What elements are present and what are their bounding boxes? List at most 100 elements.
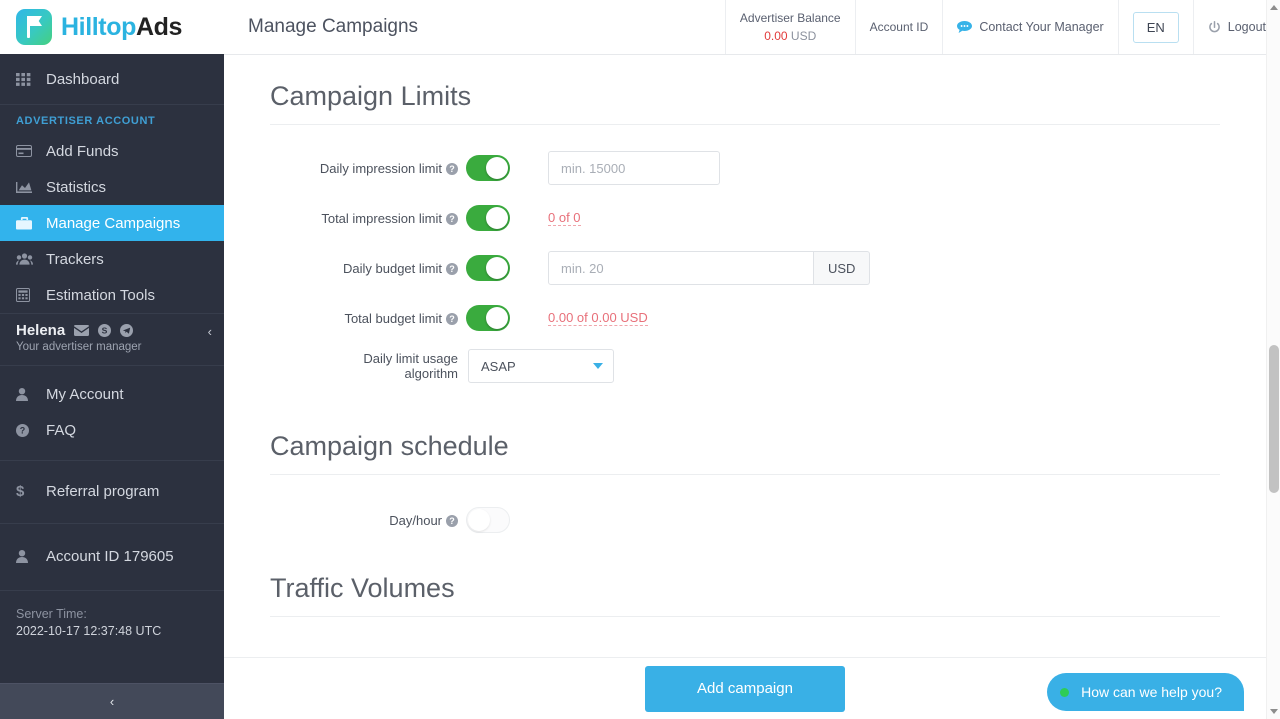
currency-addon-usd: USD — [814, 251, 871, 285]
label-total-budget-limit: Total budget limit? — [270, 311, 466, 326]
label-daily-impression-limit: Daily impression limit? — [270, 161, 466, 176]
help-icon[interactable]: ? — [446, 162, 458, 175]
chevron-left-icon[interactable]: ‹ — [208, 324, 212, 339]
telegram-icon[interactable] — [120, 324, 134, 337]
svg-text:S: S — [102, 326, 108, 336]
contact-manager-label: Contact Your Manager — [979, 20, 1104, 34]
contact-manager-button[interactable]: Contact Your Manager — [942, 0, 1117, 54]
row-total-budget-limit: Total budget limit? 0.00 of 0.00 USD — [270, 305, 1220, 331]
add-campaign-button[interactable]: Add campaign — [645, 665, 845, 712]
section-heading-campaign-schedule: Campaign schedule — [270, 431, 1220, 475]
credit-card-icon — [16, 145, 42, 157]
sidebar-item-label: My Account — [46, 385, 124, 403]
value-total-budget-limit[interactable]: 0.00 of 0.00 USD — [548, 310, 648, 326]
manager-name: Helena — [16, 322, 66, 339]
sidebar-item-label: Statistics — [46, 178, 107, 196]
toggle-daily-impression-limit[interactable] — [466, 155, 510, 181]
brand-logo[interactable]: HilltopAds — [0, 0, 224, 54]
manager-subtitle: Your advertiser manager — [16, 341, 142, 353]
toggle-total-impression-limit[interactable] — [466, 205, 510, 231]
svg-text:?: ? — [20, 425, 26, 435]
sidebar-collapse-button[interactable]: ‹ — [0, 683, 224, 719]
row-day-hour: Day/hour? — [270, 507, 1220, 533]
select-daily-limit-algorithm[interactable]: ASAP — [468, 349, 614, 383]
account-id-cell[interactable]: Account ID — [854, 0, 943, 54]
main-content: Campaign Limits Daily impression limit? … — [224, 55, 1266, 719]
footer-bar: Add campaign How can we help you? — [224, 657, 1266, 719]
server-time-value: 2022-10-17 12:37:48 UTC — [16, 624, 162, 638]
help-icon[interactable]: ? — [446, 262, 458, 275]
section-heading-campaign-limits: Campaign Limits — [270, 81, 1220, 125]
scrollbar-thumb[interactable] — [1269, 345, 1279, 493]
page-root: HilltopAds Dashboard ADVERTISER ACCOUNT — [0, 0, 1280, 719]
input-daily-budget-limit[interactable] — [548, 251, 814, 285]
row-daily-limit-algorithm: Daily limit usage algorithm ASAP — [270, 349, 1220, 383]
chat-bubble-icon — [957, 21, 973, 33]
help-chat-widget[interactable]: How can we help you? — [1047, 673, 1244, 711]
sidebar-item-trackers[interactable]: Trackers — [0, 241, 224, 277]
label-day-hour: Day/hour? — [270, 513, 466, 528]
page-title: Manage Campaigns — [248, 16, 419, 37]
input-daily-impression-limit[interactable] — [548, 151, 720, 185]
label-daily-limit-algorithm: Daily limit usage algorithm — [363, 351, 458, 381]
skype-icon[interactable]: S — [98, 324, 112, 337]
sidebar-item-estimation-tools[interactable]: Estimation Tools — [0, 277, 224, 313]
sidebar-item-label: FAQ — [46, 421, 77, 439]
language-cell: EN — [1117, 0, 1193, 54]
nav-section-advertiser: ADVERTISER ACCOUNT Add Funds Statistics … — [0, 105, 224, 314]
user-icon — [16, 549, 42, 563]
sidebar-item-manage-campaigns[interactable]: Manage Campaigns — [0, 205, 224, 241]
toggle-total-budget-limit[interactable] — [466, 305, 510, 331]
scroll-down-arrow-icon[interactable] — [1270, 709, 1278, 714]
logout-label: Logout — [1227, 20, 1266, 34]
sidebar-item-faq[interactable]: ? FAQ — [0, 412, 224, 448]
sidebar-item-label: Estimation Tools — [46, 286, 155, 304]
sidebar-item-dashboard[interactable]: Dashboard — [0, 54, 224, 104]
sidebar-item-label: Dashboard — [46, 70, 120, 88]
section-heading-traffic-volumes: Traffic Volumes — [270, 573, 1220, 617]
sidebar-item-my-account[interactable]: My Account — [0, 376, 224, 412]
advertiser-balance-label: Advertiser Balance — [739, 11, 841, 25]
value-total-impression-limit[interactable]: 0 of 0 — [548, 210, 581, 226]
help-icon[interactable]: ? — [446, 514, 458, 527]
sidebar-item-statistics[interactable]: Statistics — [0, 169, 224, 205]
area-chart-icon — [16, 181, 42, 193]
sidebar-item-label: Account ID 179605 — [46, 547, 174, 565]
toggle-day-hour[interactable] — [466, 507, 510, 533]
sidebar-item-label: Trackers — [46, 250, 104, 268]
account-id-label: Account ID — [869, 20, 929, 34]
user-icon — [16, 387, 42, 401]
balance-amount: 0.00 — [764, 29, 788, 43]
label-total-impression-limit: Total impression limit? — [270, 211, 466, 226]
select-value: ASAP — [481, 358, 516, 374]
scroll-up-arrow-icon[interactable] — [1270, 5, 1278, 10]
briefcase-icon — [16, 216, 42, 230]
language-switcher[interactable]: EN — [1132, 11, 1179, 43]
online-status-dot — [1060, 688, 1070, 697]
advertiser-balance-value: 0.00 USD — [764, 29, 816, 43]
row-daily-budget-limit: Daily budget limit? USD — [270, 251, 1220, 285]
row-total-impression-limit: Total impression limit? 0 of 0 — [270, 205, 1220, 231]
help-icon[interactable]: ? — [446, 312, 458, 325]
envelope-icon[interactable] — [74, 325, 90, 336]
nav-section-account: My Account ? FAQ — [0, 366, 224, 461]
sidebar-item-add-funds[interactable]: Add Funds — [0, 133, 224, 169]
help-chat-label: How can we help you? — [1081, 684, 1222, 700]
chevron-down-icon — [593, 363, 603, 369]
server-time-block: Server Time: 2022-10-17 12:37:48 UTC — [0, 591, 224, 638]
chevron-left-icon: ‹ — [109, 694, 115, 709]
power-icon — [1208, 20, 1221, 34]
sidebar-item-label: Manage Campaigns — [46, 214, 181, 232]
question-circle-icon: ? — [16, 423, 42, 437]
nav-section-dashboard: Dashboard — [0, 54, 224, 105]
nav-section-referral: $ Referral program — [0, 461, 224, 524]
balance-currency: USD — [790, 29, 817, 43]
help-icon[interactable]: ? — [446, 212, 458, 225]
brand-name: HilltopAds — [61, 13, 182, 42]
sidebar-item-account-id[interactable]: Account ID 179605 — [0, 538, 224, 574]
page-scrollbar[interactable] — [1266, 0, 1280, 719]
toggle-daily-budget-limit[interactable] — [466, 255, 510, 281]
sidebar-item-referral-program[interactable]: $ Referral program — [0, 473, 224, 509]
advertiser-balance: Advertiser Balance 0.00 USD — [724, 0, 855, 54]
grid-icon — [16, 72, 42, 86]
